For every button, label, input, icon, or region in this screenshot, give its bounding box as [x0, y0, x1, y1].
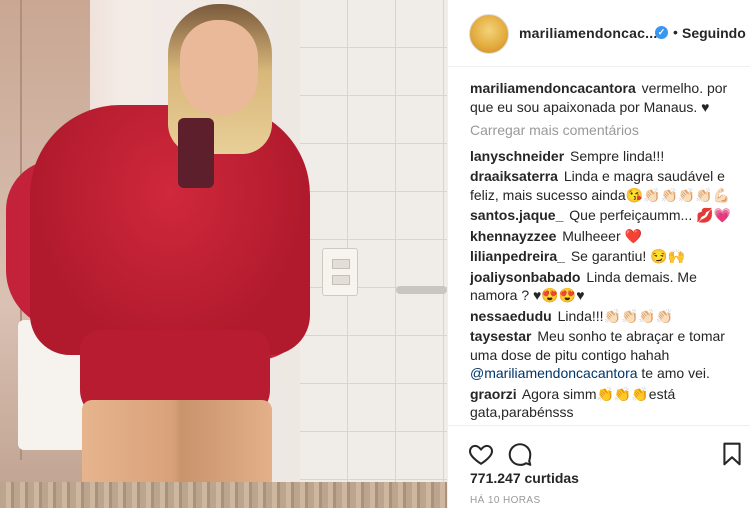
post-header: mariliamendoncac... ✓ • Seguindo: [448, 0, 750, 67]
header-separator: •: [673, 24, 678, 40]
comment-item: lanyschneider Sempre linda!!!: [470, 147, 745, 166]
verified-badge-icon: ✓: [655, 26, 668, 39]
photo-phone: [178, 118, 214, 188]
post-side-panel: mariliamendoncac... ✓ • Seguindo marilia…: [447, 0, 750, 508]
comment-text: Se garantiu! 😏🙌: [570, 248, 686, 264]
post-timestamp: HÁ 10 HORAS: [470, 495, 541, 506]
comment-icon[interactable]: [507, 441, 533, 467]
photo-towel-rail: [396, 286, 447, 294]
caption: mariliamendoncacantora vermelho. por que…: [470, 79, 745, 116]
photo-light-switch: [322, 248, 358, 296]
comment-item: lilianpedreira_ Se garantiu! 😏🙌: [470, 247, 745, 266]
post-actions: 771.247 curtidas HÁ 10 HORAS: [448, 425, 750, 509]
comment-username[interactable]: taysestar: [470, 328, 532, 344]
comment-text: Mulheeer ❤️: [562, 227, 642, 244]
post-photo[interactable]: [0, 0, 447, 508]
comment-username[interactable]: graorzi: [470, 386, 517, 402]
comment-username[interactable]: draaiksaterra: [470, 168, 558, 184]
photo-red-outfit: [30, 105, 310, 355]
comment-item: joaliysonbabado Linda demais. Me namora …: [470, 268, 745, 305]
avatar[interactable]: [469, 14, 509, 54]
comment-username[interactable]: santos.jaque_: [470, 207, 563, 223]
author-username[interactable]: mariliamendoncac...: [519, 25, 657, 41]
comment-username[interactable]: nessaedudu: [470, 308, 552, 324]
comment-item: graorzi Agora simm👏👏👏está gata,parabénss…: [470, 385, 745, 422]
comment-item: nessaedudu Linda!!!👏🏻👏🏻👏🏻👏🏻: [470, 307, 745, 326]
likes-count[interactable]: 771.247 curtidas: [470, 470, 579, 486]
comment-text: Que perfeiçaumm... 💋💗: [569, 207, 731, 223]
photo-legs: [82, 400, 272, 490]
comment-text: Linda!!!👏🏻👏🏻👏🏻👏🏻: [557, 307, 674, 324]
comment-username[interactable]: lilianpedreira_: [470, 248, 565, 264]
comment-item: draaiksaterra Linda e magra saudável e f…: [470, 167, 745, 204]
caption-username[interactable]: mariliamendoncacantora: [470, 80, 636, 96]
comment-text-tail: te amo vei.: [641, 365, 710, 381]
bookmark-icon[interactable]: [719, 441, 745, 467]
comment-mention-link[interactable]: @mariliamendoncacantora: [470, 365, 638, 381]
photo-face: [180, 20, 258, 116]
comments-list: mariliamendoncacantora vermelho. por que…: [470, 79, 745, 424]
comment-item: santos.jaque_ Que perfeiçaumm... 💋💗: [470, 206, 745, 225]
photo-countertop: [0, 482, 447, 508]
heart-icon[interactable]: [468, 441, 494, 467]
comment-text: Sempre linda!!!: [570, 147, 665, 164]
comment-item: taysestar Meu sonho te abraçar e tomar u…: [470, 327, 745, 383]
comment-username[interactable]: joaliysonbabado: [470, 269, 580, 285]
following-button[interactable]: Seguindo: [682, 25, 746, 41]
comment-item: khennayzzee Mulheeer ❤️: [470, 227, 745, 246]
comment-username[interactable]: khennayzzee: [470, 228, 556, 244]
load-more-comments-button[interactable]: Carregar mais comentários: [470, 121, 745, 140]
comment-username[interactable]: lanyschneider: [470, 148, 564, 164]
